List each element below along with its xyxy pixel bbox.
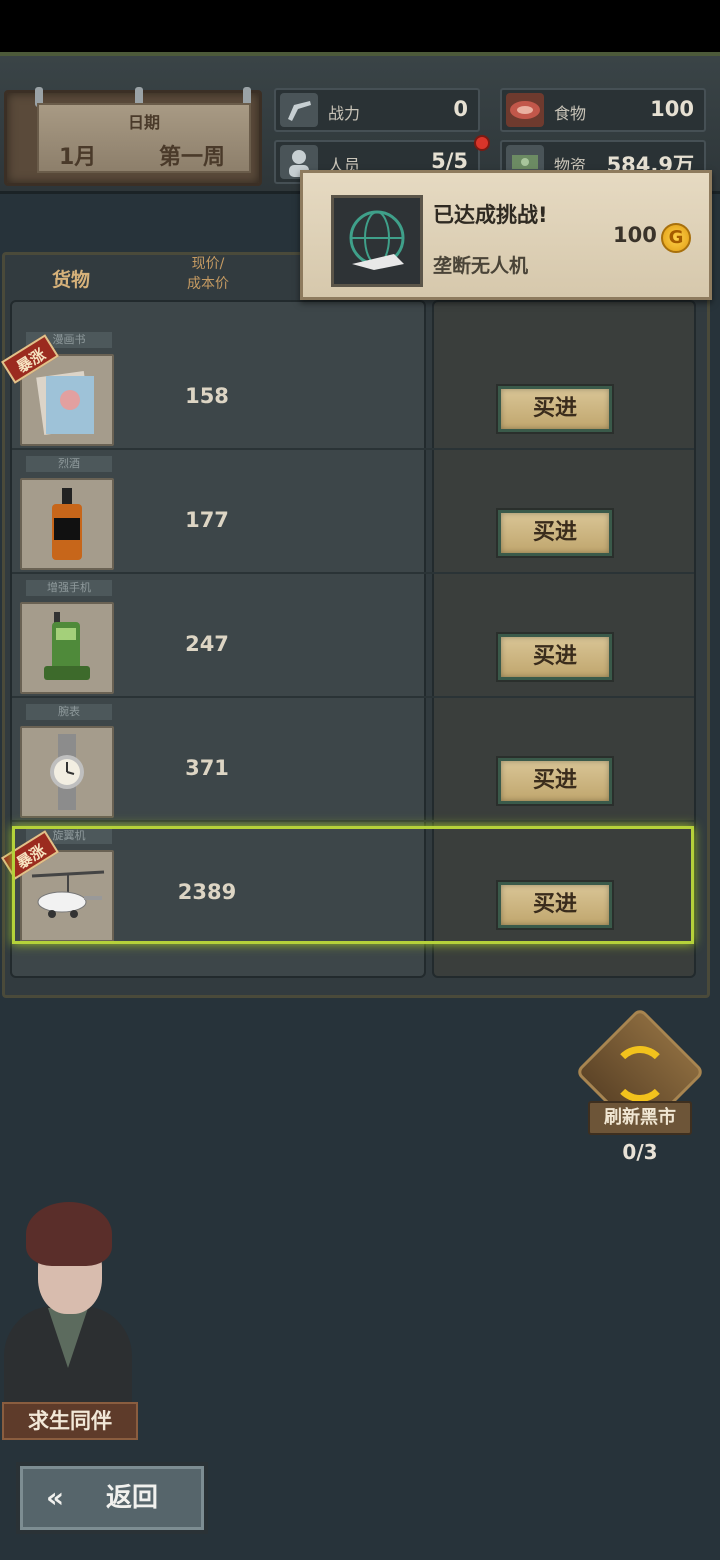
refresh-icon [612, 1046, 668, 1102]
wristwatch-icon [50, 734, 84, 810]
goods-header: 货物 [51, 269, 90, 291]
item-card[interactable] [20, 478, 114, 570]
achievement-title: 已达成挑战! [433, 203, 548, 227]
notification-dot [474, 135, 490, 151]
buy-button[interactable]: 买进 [498, 386, 612, 432]
list-item: 增强手机 247 买进 [12, 574, 694, 698]
list-item: 腕表 371 买进 [12, 698, 694, 822]
companion-hair [26, 1202, 112, 1266]
date-week: 第一周 [159, 145, 226, 170]
stat-label: 战力 [328, 104, 361, 123]
achievement-name: 垄断无人机 [433, 255, 529, 277]
list-item: 烈酒 177 买进 [12, 450, 694, 574]
item-price: 158 [185, 384, 229, 408]
item-price: 247 [185, 632, 229, 656]
item-tag: 增强手机 [26, 580, 112, 596]
refresh-market-label[interactable]: 刷新黑市 [588, 1101, 692, 1135]
stat-value: 100 [650, 97, 694, 121]
stat-label: 食物 [554, 104, 587, 123]
date-plaque: 日期 1月 第一周 [37, 103, 251, 173]
price-header: 现价/ 成本价 [187, 256, 229, 292]
buy-button[interactable]: 买进 [498, 510, 612, 556]
buy-button[interactable]: 买进 [498, 758, 612, 804]
item-tag: 腕表 [26, 704, 112, 720]
double-chevron-left-icon: « [46, 1481, 65, 1514]
gold-coin-icon: G [661, 223, 691, 253]
radio-phone-icon [44, 612, 90, 680]
buy-button[interactable]: 买进 [498, 634, 612, 680]
stat-combat-power[interactable]: 战力 0 [274, 88, 480, 132]
achievement-toast: 已达成挑战! 垄断无人机 100 G [300, 170, 712, 300]
achievement-reward: 100 [613, 223, 657, 247]
refresh-count: 0/3 [622, 1140, 658, 1164]
item-price: 371 [185, 756, 229, 780]
meat-icon [506, 93, 544, 127]
date-label: 日期 [127, 113, 160, 132]
companion-portrait[interactable] [0, 1196, 140, 1406]
item-price: 177 [185, 508, 229, 532]
list-item: 旋翼机 暴涨 2389 买进 [1, 822, 694, 946]
whiskey-bottle-icon [52, 488, 82, 560]
list-item: 漫画书 暴涨 158 买进 [1, 326, 694, 450]
gun-icon [280, 93, 318, 127]
stat-food[interactable]: 食物 100 [500, 88, 706, 132]
back-button[interactable]: « 返回 [16, 1462, 208, 1534]
date-month: 1月 [59, 145, 97, 170]
item-tag: 烈酒 [26, 456, 112, 472]
item-price: 2389 [177, 880, 237, 904]
back-label: 返回 [106, 1483, 159, 1513]
drone-monopoly-icon [331, 195, 423, 287]
companion-button[interactable]: 求生同伴 [2, 1402, 138, 1440]
stat-value: 0 [453, 97, 468, 121]
status-bar [0, 0, 720, 52]
date-board: 日期 1月 第一周 [4, 87, 262, 186]
item-card[interactable] [20, 602, 114, 694]
buy-button[interactable]: 买进 [498, 882, 612, 928]
item-card[interactable] [20, 726, 114, 818]
